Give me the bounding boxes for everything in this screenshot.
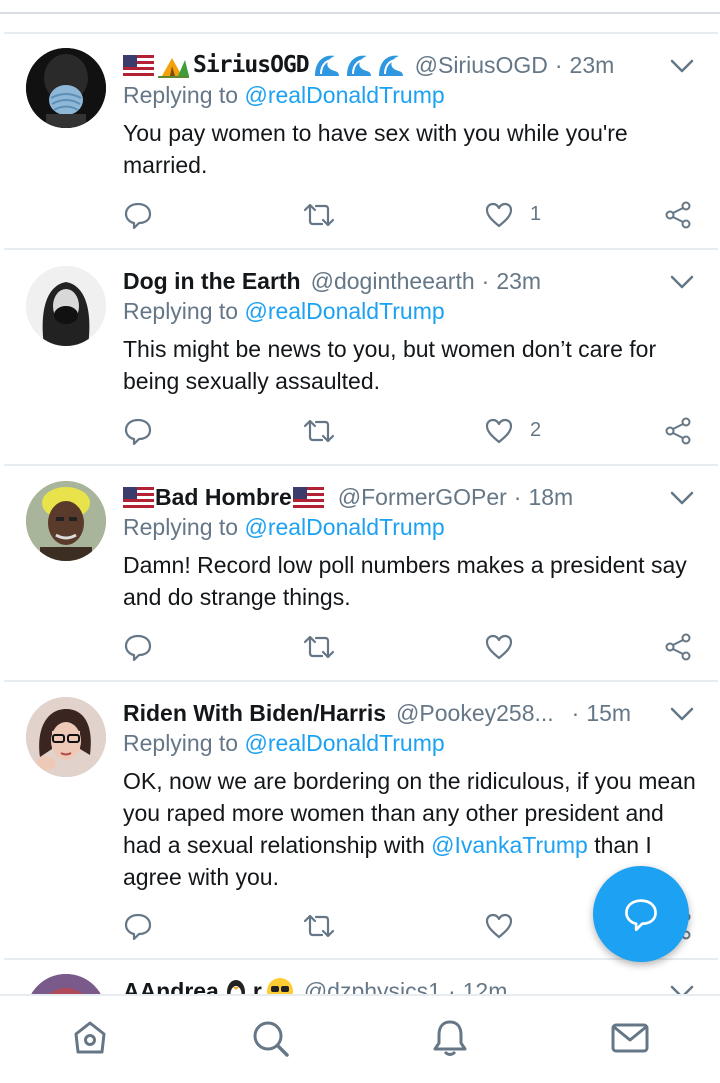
retweet-icon[interactable]: [302, 633, 336, 661]
divider: [4, 248, 718, 250]
like-count: 1: [530, 203, 542, 225]
replying-label: Replying to: [123, 514, 239, 540]
reply-icon[interactable]: [124, 633, 152, 661]
chevron-down-icon[interactable]: [668, 490, 696, 506]
handle[interactable]: @FormerGOPer: [338, 484, 507, 511]
retweet-icon[interactable]: [302, 417, 336, 445]
home-icon[interactable]: [70, 1018, 110, 1058]
water-wave-icon: [346, 55, 371, 76]
separator-dot: ·: [513, 483, 522, 510]
avatar[interactable]: [26, 974, 106, 994]
display-name-text: AAndrea: [123, 977, 219, 995]
mention-link[interactable]: @IvankaTrump: [431, 832, 588, 858]
us-flag-icon: [292, 486, 324, 508]
chevron-down-icon[interactable]: [668, 58, 696, 74]
separator-dot: ·: [554, 51, 563, 78]
like-heart-icon[interactable]: [485, 417, 513, 445]
separator-dot: ·: [481, 267, 490, 294]
replying-label: Replying to: [123, 82, 239, 108]
retweet-icon[interactable]: [302, 201, 336, 229]
divider: [4, 32, 718, 34]
avatar[interactable]: [26, 481, 106, 561]
compose-reply-icon: [625, 899, 657, 931]
messages-icon[interactable]: [610, 1018, 650, 1058]
display-name-suffix: r: [252, 977, 262, 995]
reply-icon[interactable]: [124, 201, 152, 229]
search-icon[interactable]: [250, 1018, 290, 1058]
tweet-text: You pay women to have sex with you while…: [123, 120, 628, 178]
tweet-text: Damn! Record low poll numbers makes a pr…: [123, 552, 687, 610]
timestamp[interactable]: 23m: [570, 52, 615, 79]
mention-link[interactable]: @realDonaldTrump: [244, 82, 444, 108]
replying-to: Replying to @realDonaldTrump: [123, 298, 445, 325]
avatar[interactable]: [26, 697, 106, 777]
chevron-down-icon[interactable]: [668, 984, 696, 994]
display-name[interactable]: Bad Hombre: [123, 484, 328, 511]
tweet-actions: 2: [0, 417, 720, 451]
timestamp[interactable]: 12m: [463, 978, 508, 995]
penguin-icon: [226, 980, 245, 994]
sunglasses-face-icon: [266, 978, 293, 994]
handle[interactable]: @SiriusOGD: [415, 52, 548, 79]
display-name[interactable]: Riden With Biden/Harris: [123, 700, 386, 727]
compose-reply-button[interactable]: [593, 866, 689, 962]
tweet-header: SiriusOGD @SiriusOGD · 23m: [123, 48, 614, 82]
replying-to: Replying to @realDonaldTrump: [123, 730, 445, 757]
reply-icon[interactable]: [124, 912, 152, 940]
mention-link[interactable]: @realDonaldTrump: [244, 514, 444, 540]
display-name[interactable]: Dog in the Earth: [123, 268, 301, 295]
share-icon[interactable]: [665, 633, 693, 661]
display-name-text: Bad Hombre: [155, 483, 292, 510]
water-wave-icon: [314, 55, 339, 76]
timestamp[interactable]: 15m: [586, 700, 631, 727]
us-flag-icon: [123, 486, 154, 508]
replying-to: Replying to @realDonaldTrump: [123, 514, 445, 541]
mention-link[interactable]: @realDonaldTrump: [244, 298, 444, 324]
bottom-navigation: [0, 994, 720, 1083]
handle[interactable]: @Pookey258...: [396, 700, 554, 727]
replying-label: Replying to: [123, 730, 239, 756]
tweet-header: Riden With Biden/Harris @Pookey258... · …: [123, 696, 631, 730]
display-name[interactable]: AAndrea r: [123, 977, 294, 994]
avatar[interactable]: [26, 48, 106, 128]
handle[interactable]: @dogintheearth: [311, 268, 475, 295]
share-icon[interactable]: [665, 201, 693, 229]
camping-tent-icon: [158, 58, 189, 78]
tweet-header: Bad Hombre @FormerGOPer · 18m: [123, 480, 573, 514]
mention-link[interactable]: @realDonaldTrump: [244, 730, 444, 756]
tweet[interactable]: AAndrea r @dzphysics1 · 12m: [0, 962, 720, 994]
display-name-text: SiriusOGD: [193, 52, 310, 78]
replying-label: Replying to: [123, 298, 239, 324]
divider: [4, 680, 718, 682]
tweet-text: OK, now we are bordering on the ridiculo…: [123, 765, 698, 893]
chevron-down-icon[interactable]: [668, 706, 696, 722]
share-icon[interactable]: [665, 417, 693, 445]
tweet-actions: 1: [0, 201, 720, 235]
chevron-down-icon[interactable]: [668, 274, 696, 290]
avatar[interactable]: [26, 266, 106, 346]
separator-dot: ·: [447, 977, 456, 995]
like-heart-icon[interactable]: [485, 201, 513, 229]
tweet-header: AAndrea r @dzphysics1 · 12m: [123, 974, 507, 994]
water-wave-icon: [378, 55, 403, 76]
like-heart-icon[interactable]: [485, 633, 513, 661]
separator-dot: ·: [571, 699, 580, 726]
replying-to: Replying to @realDonaldTrump: [123, 82, 445, 109]
top-bar-edge: [0, 0, 720, 14]
like-heart-icon[interactable]: [485, 912, 513, 940]
tweet-text: This might be news to you, but women don…: [123, 336, 657, 394]
like-count: 2: [530, 419, 542, 441]
notifications-icon[interactable]: [430, 1018, 470, 1058]
handle[interactable]: @dzphysics1: [304, 978, 441, 995]
divider: [4, 958, 718, 960]
retweet-icon[interactable]: [302, 912, 336, 940]
timestamp[interactable]: 18m: [528, 484, 573, 511]
divider: [4, 464, 718, 466]
display-name[interactable]: SiriusOGD: [123, 52, 405, 78]
tweet-actions: [0, 633, 720, 667]
reply-icon[interactable]: [124, 417, 152, 445]
us-flag-icon: [123, 54, 154, 76]
timestamp[interactable]: 23m: [496, 268, 541, 295]
tweet-header: Dog in the Earth @dogintheearth · 23m: [123, 264, 541, 298]
